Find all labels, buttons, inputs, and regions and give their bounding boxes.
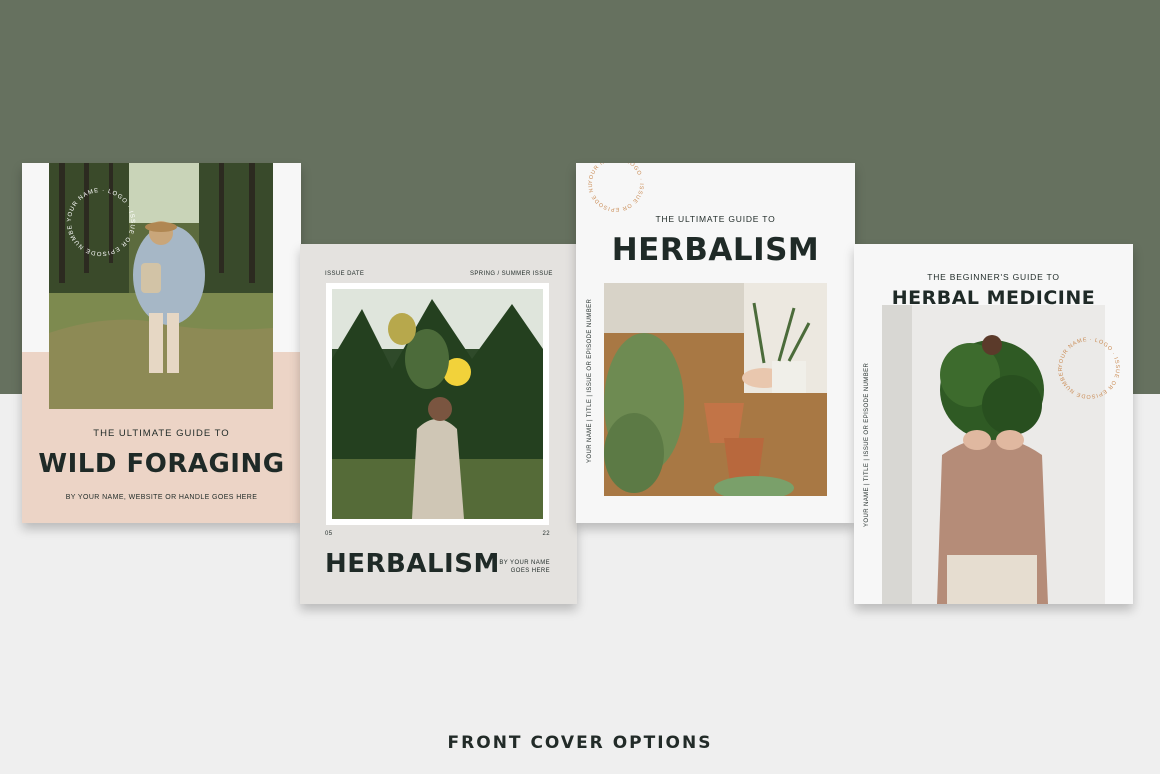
svg-text:YOUR NAME · LOGO · ISSUE OR EP: YOUR NAME · LOGO · ISSUE OR EPISODE NUMB… <box>581 163 644 212</box>
cover1-title: WILD FORAGING <box>38 449 285 479</box>
cover2-byline-1: BY YOUR NAME <box>499 560 550 566</box>
logo-circle-text: YOUR NAME · LOGO · ISSUE OR EPISODE NUMB… <box>56 177 135 256</box>
logo-circle-text: YOUR NAME · LOGO · ISSUE OR EPISODE NUMB… <box>581 163 644 212</box>
cover-wild-foraging[interactable]: YOUR NAME · LOGO · ISSUE OR EPISODE NUMB… <box>22 163 301 523</box>
flower-portrait-photo <box>332 289 543 519</box>
cover3-title: HERBALISM <box>611 232 820 268</box>
issue-date-label: ISSUE DATE <box>325 271 365 277</box>
cover4-vertical-text: YOUR NAME | TITLE | ISSUE OR EPISODE NUM… <box>864 362 870 527</box>
cover1-byline: BY YOUR NAME, WEBSITE OR HANDLE GOES HER… <box>65 494 258 501</box>
cover2-byline-2: GOES HERE <box>510 568 550 574</box>
potted-herbs-photo <box>604 283 827 496</box>
cover-herbalism-white[interactable]: YOUR NAME · LOGO · ISSUE OR EPISODE NUMB… <box>576 163 855 523</box>
logo-circle-text: YOUR NAME · LOGO · ISSUE OR EPISODE NUMB… <box>1049 328 1120 399</box>
cover-herbalism-grey[interactable]: ISSUE DATE SPRING / SUMMER ISSUE 05 22 H… <box>300 244 577 604</box>
cover4-kicker: THE BEGINNER'S GUIDE TO <box>927 272 1060 282</box>
issue-number-left: 05 <box>325 531 333 537</box>
front-cover-options-label: FRONT COVER OPTIONS <box>447 733 713 753</box>
cover2-title: HERBALISM <box>325 549 500 579</box>
cover-herbal-medicine[interactable]: THE BEGINNER'S GUIDE TO HERBAL MEDICINE … <box>854 244 1133 604</box>
cover3-vertical-text: YOUR NAME | TITLE | ISSUE OR EPISODE NUM… <box>587 298 593 463</box>
issue-number-right: 22 <box>542 531 550 537</box>
cover3-kicker: THE ULTIMATE GUIDE TO <box>655 214 776 224</box>
svg-text:YOUR NAME · LOGO · ISSUE OR EP: YOUR NAME · LOGO · ISSUE OR EPISODE NUMB… <box>56 177 135 256</box>
season-label: SPRING / SUMMER ISSUE <box>470 271 553 277</box>
cover1-kicker: THE ULTIMATE GUIDE TO <box>93 428 230 439</box>
svg-text:YOUR NAME · LOGO · ISSUE OR EP: YOUR NAME · LOGO · ISSUE OR EPISODE NUMB… <box>1049 328 1120 399</box>
